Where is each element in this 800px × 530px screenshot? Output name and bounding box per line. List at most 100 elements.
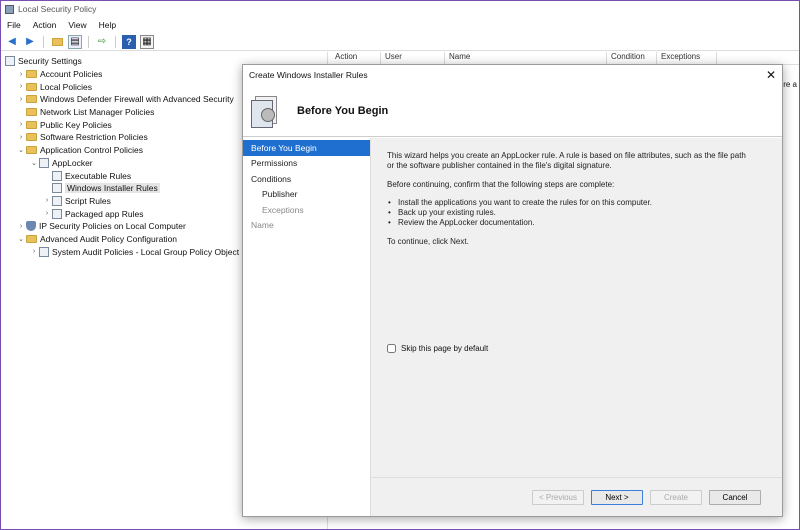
tree-item-label: Windows Installer Rules bbox=[65, 183, 160, 194]
folder-icon bbox=[26, 234, 37, 243]
wizard-step[interactable]: Permissions bbox=[243, 156, 370, 172]
tree-item-label: Account Policies bbox=[40, 69, 103, 80]
wizard-description: This wizard helps you create an AppLocke… bbox=[387, 151, 747, 255]
export-list-icon[interactable]: ⇨ bbox=[95, 35, 109, 49]
cancel-button[interactable]: Cancel bbox=[709, 489, 761, 505]
chevron-right-icon[interactable]: › bbox=[42, 197, 52, 204]
folder-icon bbox=[26, 70, 37, 79]
toolbar-separator bbox=[88, 35, 89, 48]
tree-item-label: Local Policies bbox=[40, 81, 92, 92]
chevron-right-icon[interactable]: › bbox=[29, 248, 39, 255]
policy-icon bbox=[52, 170, 62, 181]
policy-icon bbox=[39, 246, 49, 257]
previous-button[interactable]: < Previous bbox=[532, 489, 584, 505]
dialog-title: Create Windows Installer Rules bbox=[249, 70, 368, 80]
toolbar-separator bbox=[43, 35, 44, 48]
continue-text: To continue, click Next. bbox=[387, 236, 469, 246]
menu-file[interactable]: File bbox=[7, 20, 21, 30]
policy-icon bbox=[52, 195, 62, 206]
tree-item-label: Security Settings bbox=[18, 56, 82, 67]
menu-bar: File Action View Help bbox=[1, 17, 799, 33]
wizard-dialog: Create Windows Installer Rules ✕ Before … bbox=[242, 64, 783, 517]
tree-item-label: Network List Manager Policies bbox=[40, 107, 155, 118]
close-icon[interactable]: ✕ bbox=[766, 68, 776, 82]
help-icon[interactable]: ? bbox=[122, 34, 136, 49]
dialog-footer: < Previous Next > Create Cancel bbox=[371, 477, 782, 516]
before-continuing-text: Before continuing, confirm that the foll… bbox=[387, 179, 615, 189]
chevron-down-icon[interactable]: ⌄ bbox=[16, 146, 26, 154]
folder-icon bbox=[26, 108, 37, 117]
skip-page-option[interactable]: Skip this page by default bbox=[387, 344, 488, 353]
policy-icon bbox=[52, 208, 62, 219]
tree-item-label: System Audit Policies - Local Group Poli… bbox=[52, 246, 240, 257]
shield-icon bbox=[26, 221, 36, 232]
dialog-header: Before You Begin bbox=[243, 85, 782, 137]
chevron-right-icon[interactable]: › bbox=[42, 210, 52, 217]
dialog-body: Before You Begin Permissions Conditions Pub… bbox=[243, 138, 782, 516]
chevron-down-icon[interactable]: ⌄ bbox=[16, 235, 26, 243]
chevron-right-icon[interactable]: › bbox=[16, 223, 26, 230]
policy-icon bbox=[39, 157, 49, 168]
up-folder-icon[interactable] bbox=[50, 35, 64, 49]
list-item: Back up your existing rules. bbox=[387, 208, 747, 219]
wizard-step[interactable]: Publisher bbox=[243, 187, 370, 203]
tree-item-label: IP Security Policies on Local Computer bbox=[39, 221, 186, 232]
installer-package-icon bbox=[249, 94, 283, 128]
chevron-right-icon[interactable]: › bbox=[16, 96, 26, 103]
folder-icon bbox=[26, 133, 37, 142]
tree-item-label: Software Restriction Policies bbox=[40, 132, 148, 143]
folder-icon bbox=[26, 95, 37, 104]
chevron-down-icon[interactable]: ⌄ bbox=[29, 159, 39, 167]
app-icon bbox=[5, 4, 14, 14]
chevron-right-icon[interactable]: › bbox=[16, 121, 26, 128]
checklist: Install the applications you want to cre… bbox=[387, 198, 747, 229]
tree-item-label: Packaged app Rules bbox=[65, 208, 144, 219]
tree-item-label: Advanced Audit Policy Configuration bbox=[40, 233, 178, 244]
column-name[interactable]: Name bbox=[445, 52, 607, 64]
forward-arrow-icon[interactable]: ▶ bbox=[23, 35, 37, 49]
wizard-step: Exceptions bbox=[262, 204, 304, 215]
policy-icon bbox=[5, 56, 15, 67]
menu-view[interactable]: View bbox=[68, 20, 86, 30]
window-title: Local Security Policy bbox=[18, 4, 97, 14]
menu-action[interactable]: Action bbox=[33, 20, 57, 30]
menu-help[interactable]: Help bbox=[99, 20, 116, 30]
column-condition[interactable]: Condition bbox=[607, 52, 657, 64]
chevron-right-icon[interactable]: › bbox=[16, 83, 26, 90]
wizard-steps: Before You Begin Permissions Conditions Pub… bbox=[243, 138, 371, 516]
list-item: Review the AppLocker documentation. bbox=[387, 218, 747, 229]
next-button[interactable]: Next > bbox=[591, 489, 643, 505]
tree-item-label: Application Control Policies bbox=[40, 145, 143, 156]
list-item: Install the applications you want to cre… bbox=[387, 198, 747, 209]
tree-item-label: Public Key Policies bbox=[40, 119, 112, 130]
wizard-step[interactable]: Before You Begin bbox=[243, 140, 370, 156]
chevron-right-icon[interactable]: › bbox=[16, 71, 26, 78]
wizard-step[interactable]: Conditions bbox=[243, 171, 370, 187]
title-bar: Local Security Policy bbox=[1, 1, 799, 17]
intro-text: This wizard helps you create an AppLocke… bbox=[387, 151, 746, 171]
chevron-right-icon[interactable]: › bbox=[16, 134, 26, 141]
folder-icon bbox=[26, 120, 37, 129]
column-action[interactable]: Action bbox=[331, 52, 381, 64]
policy-icon bbox=[52, 183, 62, 194]
skip-page-checkbox[interactable] bbox=[387, 344, 396, 353]
dialog-title-bar: Create Windows Installer Rules ✕ bbox=[243, 65, 782, 85]
tree-item-label: Script Rules bbox=[65, 195, 111, 206]
column-user[interactable]: User bbox=[381, 52, 445, 64]
folder-icon bbox=[26, 146, 37, 155]
tree-item-label: Windows Defender Firewall with Advanced … bbox=[40, 94, 234, 105]
tree-item-label: AppLocker bbox=[52, 157, 93, 168]
tree-item-label: Executable Rules bbox=[65, 170, 132, 181]
folder-icon bbox=[26, 82, 37, 91]
skip-page-label: Skip this page by default bbox=[401, 344, 489, 353]
column-exceptions[interactable]: Exceptions bbox=[657, 52, 717, 64]
properties-icon[interactable]: ▦ bbox=[140, 34, 154, 49]
page-heading: Before You Begin bbox=[297, 104, 389, 117]
wizard-panel: This wizard helps you create an AppLocke… bbox=[371, 138, 782, 516]
wizard-step: Name bbox=[251, 220, 274, 231]
toolbar: ◀ ▶ ▤ ⇨ ? ▦ bbox=[1, 33, 799, 51]
back-arrow-icon[interactable]: ◀ bbox=[5, 35, 19, 49]
create-button[interactable]: Create bbox=[650, 489, 702, 505]
show-hide-tree-icon[interactable]: ▤ bbox=[68, 34, 82, 49]
toolbar-separator bbox=[115, 35, 116, 48]
